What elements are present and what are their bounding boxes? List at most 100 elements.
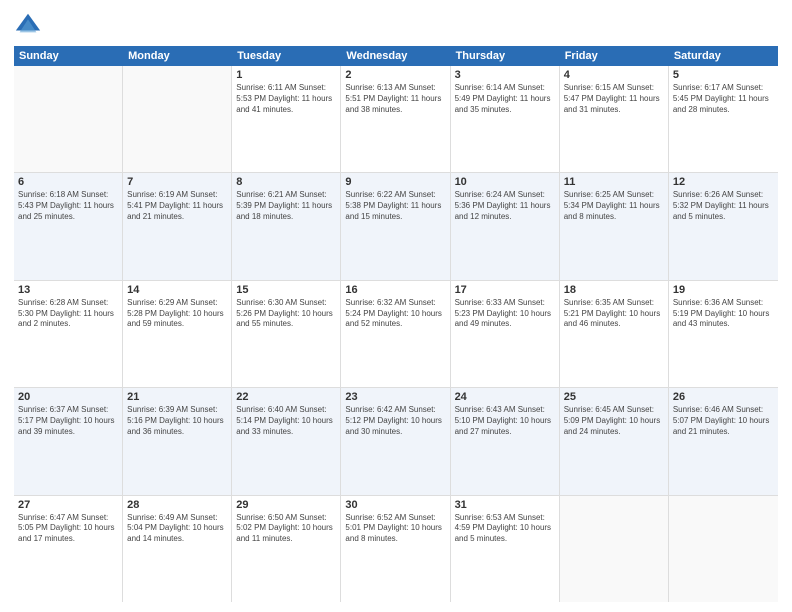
day-info: Sunrise: 6:32 AM Sunset: 5:24 PM Dayligh… — [345, 298, 445, 330]
day-info: Sunrise: 6:45 AM Sunset: 5:09 PM Dayligh… — [564, 405, 664, 437]
day-info: Sunrise: 6:42 AM Sunset: 5:12 PM Dayligh… — [345, 405, 445, 437]
day-info: Sunrise: 6:33 AM Sunset: 5:23 PM Dayligh… — [455, 298, 555, 330]
day-number: 22 — [236, 391, 336, 403]
calendar-day-header: Tuesday — [232, 46, 341, 66]
day-info: Sunrise: 6:28 AM Sunset: 5:30 PM Dayligh… — [18, 298, 118, 330]
calendar-day-header: Saturday — [669, 46, 778, 66]
day-number: 15 — [236, 284, 336, 296]
day-number: 20 — [18, 391, 118, 403]
calendar-row: 1Sunrise: 6:11 AM Sunset: 5:53 PM Daylig… — [14, 66, 778, 173]
day-number: 5 — [673, 69, 774, 81]
calendar-cell: 22 Sunrise: 6:40 AM Sunset: 5:14 PM Dayli… — [232, 388, 341, 494]
day-info: Sunrise: 6:24 AM Sunset: 5:36 PM Dayligh… — [455, 190, 555, 222]
day-number: 13 — [18, 284, 118, 296]
calendar-row: 27 Sunrise: 6:47 AM Sunset: 5:05 PM Dayli… — [14, 496, 778, 602]
day-info: Sunrise: 6:29 AM Sunset: 5:28 PM Dayligh… — [127, 298, 227, 330]
day-number: 12 — [673, 176, 774, 188]
day-info: Sunrise: 6:11 AM Sunset: 5:53 PM Dayligh… — [236, 83, 336, 115]
day-number: 26 — [673, 391, 774, 403]
day-info: Sunrise: 6:30 AM Sunset: 5:26 PM Dayligh… — [236, 298, 336, 330]
calendar-row: 20 Sunrise: 6:37 AM Sunset: 5:17 PM Dayli… — [14, 388, 778, 495]
day-number: 7 — [127, 176, 227, 188]
day-number: 9 — [345, 176, 445, 188]
day-info: Sunrise: 6:19 AM Sunset: 5:41 PM Dayligh… — [127, 190, 227, 222]
day-number: 31 — [455, 499, 555, 511]
calendar-cell: 1Sunrise: 6:11 AM Sunset: 5:53 PM Daylig… — [232, 66, 341, 172]
day-info: Sunrise: 6:47 AM Sunset: 5:05 PM Dayligh… — [18, 513, 118, 545]
calendar-cell: 8 Sunrise: 6:21 AM Sunset: 5:39 PM Daylig… — [232, 173, 341, 279]
calendar-cell: 11Sunrise: 6:25 AM Sunset: 5:34 PM Dayli… — [560, 173, 669, 279]
calendar-cell — [14, 66, 123, 172]
day-info: Sunrise: 6:46 AM Sunset: 5:07 PM Dayligh… — [673, 405, 774, 437]
day-number: 14 — [127, 284, 227, 296]
day-info: Sunrise: 6:13 AM Sunset: 5:51 PM Dayligh… — [345, 83, 445, 115]
calendar-cell — [669, 496, 778, 602]
calendar-cell: 23Sunrise: 6:42 AM Sunset: 5:12 PM Dayli… — [341, 388, 450, 494]
day-number: 11 — [564, 176, 664, 188]
day-number: 2 — [345, 69, 445, 81]
calendar-cell: 16 Sunrise: 6:32 AM Sunset: 5:24 PM Dayli… — [341, 281, 450, 387]
calendar-row: 6 Sunrise: 6:18 AM Sunset: 5:43 PM Daylig… — [14, 173, 778, 280]
day-number: 10 — [455, 176, 555, 188]
calendar-cell: 28Sunrise: 6:49 AM Sunset: 5:04 PM Dayli… — [123, 496, 232, 602]
calendar-day-header: Thursday — [451, 46, 560, 66]
calendar-cell: 15 Sunrise: 6:30 AM Sunset: 5:26 PM Dayli… — [232, 281, 341, 387]
calendar-cell: 7 Sunrise: 6:19 AM Sunset: 5:41 PM Daylig… — [123, 173, 232, 279]
calendar: SundayMondayTuesdayWednesdayThursdayFrid… — [14, 46, 778, 602]
calendar-cell: 6 Sunrise: 6:18 AM Sunset: 5:43 PM Daylig… — [14, 173, 123, 279]
calendar-header: SundayMondayTuesdayWednesdayThursdayFrid… — [14, 46, 778, 66]
day-info: Sunrise: 6:53 AM Sunset: 4:59 PM Dayligh… — [455, 513, 555, 545]
calendar-cell: 17 Sunrise: 6:33 AM Sunset: 5:23 PM Dayli… — [451, 281, 560, 387]
calendar-cell: 20 Sunrise: 6:37 AM Sunset: 5:17 PM Dayli… — [14, 388, 123, 494]
calendar-cell: 19Sunrise: 6:36 AM Sunset: 5:19 PM Dayli… — [669, 281, 778, 387]
day-number: 24 — [455, 391, 555, 403]
day-info: Sunrise: 6:17 AM Sunset: 5:45 PM Dayligh… — [673, 83, 774, 115]
calendar-cell: 21Sunrise: 6:39 AM Sunset: 5:16 PM Dayli… — [123, 388, 232, 494]
day-info: Sunrise: 6:37 AM Sunset: 5:17 PM Dayligh… — [18, 405, 118, 437]
day-info: Sunrise: 6:18 AM Sunset: 5:43 PM Dayligh… — [18, 190, 118, 222]
day-info: Sunrise: 6:14 AM Sunset: 5:49 PM Dayligh… — [455, 83, 555, 115]
day-info: Sunrise: 6:39 AM Sunset: 5:16 PM Dayligh… — [127, 405, 227, 437]
calendar-day-header: Sunday — [14, 46, 123, 66]
calendar-cell: 3Sunrise: 6:14 AM Sunset: 5:49 PM Daylig… — [451, 66, 560, 172]
day-number: 27 — [18, 499, 118, 511]
day-info: Sunrise: 6:21 AM Sunset: 5:39 PM Dayligh… — [236, 190, 336, 222]
day-number: 16 — [345, 284, 445, 296]
calendar-cell: 5 Sunrise: 6:17 AM Sunset: 5:45 PM Daylig… — [669, 66, 778, 172]
day-number: 18 — [564, 284, 664, 296]
calendar-cell: 18Sunrise: 6:35 AM Sunset: 5:21 PM Dayli… — [560, 281, 669, 387]
calendar-cell: 4Sunrise: 6:15 AM Sunset: 5:47 PM Daylig… — [560, 66, 669, 172]
calendar-cell — [560, 496, 669, 602]
calendar-day-header: Monday — [123, 46, 232, 66]
logo-icon — [14, 10, 42, 38]
calendar-day-header: Friday — [560, 46, 669, 66]
day-number: 25 — [564, 391, 664, 403]
calendar-cell: 12Sunrise: 6:26 AM Sunset: 5:32 PM Dayli… — [669, 173, 778, 279]
calendar-cell: 29 Sunrise: 6:50 AM Sunset: 5:02 PM Dayli… — [232, 496, 341, 602]
day-info: Sunrise: 6:52 AM Sunset: 5:01 PM Dayligh… — [345, 513, 445, 545]
calendar-cell: 14 Sunrise: 6:29 AM Sunset: 5:28 PM Dayli… — [123, 281, 232, 387]
day-number: 19 — [673, 284, 774, 296]
day-info: Sunrise: 6:22 AM Sunset: 5:38 PM Dayligh… — [345, 190, 445, 222]
day-info: Sunrise: 6:15 AM Sunset: 5:47 PM Dayligh… — [564, 83, 664, 115]
calendar-cell: 10 Sunrise: 6:24 AM Sunset: 5:36 PM Dayli… — [451, 173, 560, 279]
calendar-cell: 26 Sunrise: 6:46 AM Sunset: 5:07 PM Dayli… — [669, 388, 778, 494]
day-info: Sunrise: 6:50 AM Sunset: 5:02 PM Dayligh… — [236, 513, 336, 545]
day-number: 17 — [455, 284, 555, 296]
calendar-day-header: Wednesday — [341, 46, 450, 66]
page-header — [14, 10, 778, 38]
calendar-cell: 9 Sunrise: 6:22 AM Sunset: 5:38 PM Daylig… — [341, 173, 450, 279]
day-number: 8 — [236, 176, 336, 188]
day-info: Sunrise: 6:40 AM Sunset: 5:14 PM Dayligh… — [236, 405, 336, 437]
calendar-cell: 2 Sunrise: 6:13 AM Sunset: 5:51 PM Daylig… — [341, 66, 450, 172]
calendar-body: 1Sunrise: 6:11 AM Sunset: 5:53 PM Daylig… — [14, 66, 778, 602]
day-number: 28 — [127, 499, 227, 511]
day-info: Sunrise: 6:43 AM Sunset: 5:10 PM Dayligh… — [455, 405, 555, 437]
day-number: 6 — [18, 176, 118, 188]
calendar-cell: 31 Sunrise: 6:53 AM Sunset: 4:59 PM Dayli… — [451, 496, 560, 602]
calendar-cell — [123, 66, 232, 172]
logo — [14, 10, 46, 38]
calendar-row: 13 Sunrise: 6:28 AM Sunset: 5:30 PM Dayli… — [14, 281, 778, 388]
day-number: 29 — [236, 499, 336, 511]
calendar-cell: 24 Sunrise: 6:43 AM Sunset: 5:10 PM Dayli… — [451, 388, 560, 494]
